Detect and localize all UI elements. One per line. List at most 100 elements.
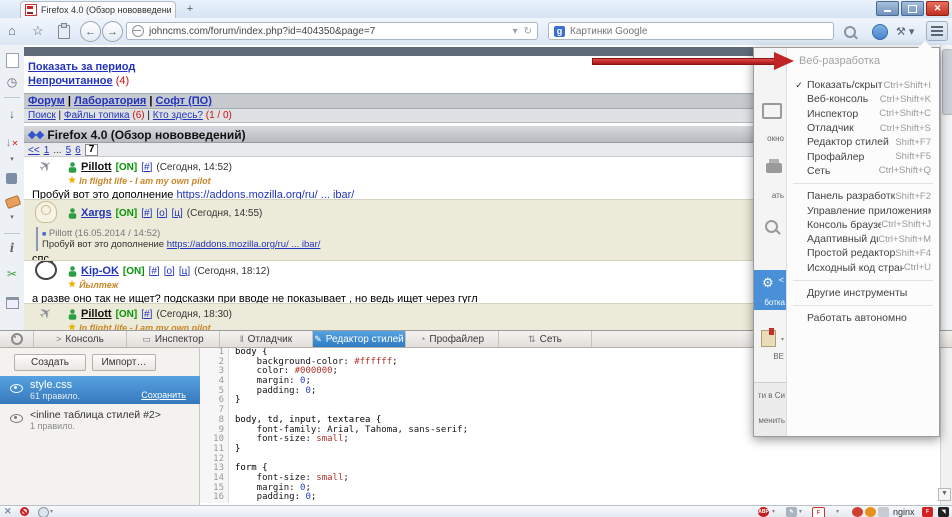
customize-label-fragment[interactable]: менить bbox=[758, 416, 785, 425]
new-tab-button[interactable]: + bbox=[182, 3, 198, 15]
pagination-item[interactable]: 6 bbox=[75, 145, 81, 156]
find-icon[interactable] bbox=[765, 220, 778, 233]
home-icon[interactable]: ⌂ bbox=[8, 24, 16, 38]
download-cancel-icon[interactable]: ↓✕ bbox=[0, 135, 24, 151]
devtools-tab-network[interactable]: ⇅Сеть bbox=[499, 331, 592, 347]
search-input[interactable] bbox=[568, 25, 828, 38]
menu-item-2[interactable]: ИнспекторCtrl+Shift+C bbox=[787, 107, 939, 121]
post-quote-link[interactable]: [ц] bbox=[179, 266, 190, 277]
screenshot-addon-icon[interactable]: ✎ bbox=[786, 507, 797, 517]
show-period-link[interactable]: Показать за период bbox=[28, 61, 135, 73]
timer-addon-icon[interactable] bbox=[865, 507, 876, 517]
download-icon[interactable]: ↓ bbox=[0, 107, 24, 121]
search-topic-link[interactable]: Поиск bbox=[28, 110, 56, 121]
import-stylesheet-button[interactable]: Импорт… bbox=[92, 354, 156, 371]
pagination-current-page[interactable]: 7 bbox=[85, 144, 99, 156]
menu-button[interactable] bbox=[926, 21, 948, 41]
url-dropdown-icon[interactable]: ▾ bbox=[513, 26, 518, 37]
pagination-item[interactable]: 5 bbox=[66, 145, 72, 156]
post-reply-link[interactable]: [о] bbox=[164, 266, 175, 277]
caret-down-icon[interactable]: ▾ bbox=[772, 508, 775, 515]
devtools-settings-button[interactable] bbox=[0, 331, 34, 347]
google-icon[interactable]: g bbox=[554, 26, 565, 37]
visibility-eye-icon[interactable] bbox=[10, 384, 23, 393]
browser-tab[interactable]: Firefox 4.0 (Обзор нововведени... bbox=[20, 1, 176, 18]
search-box[interactable]: g bbox=[548, 22, 834, 40]
unread-link[interactable]: Непрочитанное bbox=[28, 75, 113, 87]
info-icon[interactable]: i bbox=[0, 241, 24, 255]
devtools-tab-style-editor[interactable]: ✎Редактор стилей bbox=[313, 331, 406, 347]
pagination-item[interactable]: 1 bbox=[44, 145, 50, 156]
search-icon[interactable] bbox=[844, 26, 856, 38]
proxy-globe-icon[interactable] bbox=[38, 507, 49, 517]
caret-down-icon[interactable]: ▾ bbox=[799, 508, 802, 515]
menu-item-6[interactable]: СетьCtrl+Shift+Q bbox=[787, 164, 939, 178]
post-anchor-link[interactable]: [#] bbox=[141, 208, 152, 219]
post-link[interactable]: https://addons.mozilla.org/ru/ ... ibar/ bbox=[176, 189, 354, 199]
site-identity-icon[interactable] bbox=[132, 25, 144, 37]
stylesheet-item-selected[interactable]: style.css 61 правило. Сохранить bbox=[0, 376, 200, 404]
menu-item-12[interactable]: Простой редактор JavaScriptShift+F4 bbox=[787, 246, 939, 260]
maximize-button[interactable] bbox=[901, 1, 924, 16]
close-button[interactable]: ✕ bbox=[926, 1, 949, 16]
menu-item-8[interactable]: Панель разработкиShift+F2 bbox=[787, 189, 939, 203]
breadcrumb-lab-link[interactable]: Лаборатория bbox=[74, 95, 146, 107]
post-anchor-link[interactable]: [#] bbox=[141, 309, 152, 320]
caret-down-icon[interactable]: ▾ bbox=[50, 508, 53, 515]
page-scrollbar[interactable] bbox=[940, 45, 952, 330]
scroll-down-arrow-icon[interactable]: ▼ bbox=[938, 488, 951, 501]
forward-button[interactable]: → bbox=[102, 21, 123, 42]
menu-item-1[interactable]: Веб-консольCtrl+Shift+K bbox=[787, 92, 939, 106]
flash-addon-icon[interactable]: F bbox=[922, 507, 933, 517]
bookmark-star-icon[interactable]: ☆ bbox=[32, 24, 44, 38]
menu-item-3[interactable]: ОтладчикCtrl+Shift+S bbox=[787, 121, 939, 135]
statusbar-close-icon[interactable]: ✕ bbox=[4, 506, 12, 517]
menu-item-0[interactable]: ✓Показать/скрыть инстру…Ctrl+Shift+I bbox=[787, 78, 939, 92]
devtools-tab-console[interactable]: >Консоль bbox=[34, 331, 127, 347]
post-author[interactable]: Pillott bbox=[81, 161, 112, 173]
post-anchor-link[interactable]: [#] bbox=[141, 162, 152, 173]
editor-scrollbar[interactable]: ▼ bbox=[940, 348, 952, 505]
url-bar[interactable]: johncms.com/forum/index.php?id=404350&pa… bbox=[126, 22, 538, 40]
menu-item-9[interactable]: Управление приложениями bbox=[787, 203, 939, 217]
menu-item-10[interactable]: Консоль браузераCtrl+Shift+J bbox=[787, 218, 939, 232]
post-author[interactable]: Kip-OK bbox=[81, 265, 119, 277]
caret-down-icon[interactable]: ▾ bbox=[836, 508, 839, 515]
print-icon[interactable] bbox=[766, 163, 782, 173]
post-quote-link[interactable]: [ц] bbox=[172, 208, 183, 219]
menu-item-5[interactable]: ПрофайлерShift+F5 bbox=[787, 149, 939, 163]
minimize-button[interactable] bbox=[876, 1, 899, 16]
new-window-icon[interactable] bbox=[762, 103, 782, 119]
page-icon[interactable] bbox=[6, 53, 19, 68]
clipboard-icon[interactable] bbox=[58, 25, 70, 39]
signin-label-fragment[interactable]: ти в Си bbox=[758, 391, 785, 400]
visibility-eye-icon[interactable] bbox=[10, 414, 23, 423]
menu-item-13[interactable]: Исходный код страницыCtrl+U bbox=[787, 261, 939, 275]
history-clock-icon[interactable]: ◷ bbox=[0, 75, 24, 89]
devtools-tab-profiler[interactable]: ◔Профайлер bbox=[406, 331, 499, 347]
adblock-abp-icon[interactable]: ABP bbox=[758, 507, 769, 517]
menu-item-4[interactable]: Редактор стилейShift+F7 bbox=[787, 135, 939, 149]
menu-item-11[interactable]: Адаптивный дизайнCtrl+Shift+M bbox=[787, 232, 939, 246]
addons-puzzle-icon[interactable] bbox=[6, 173, 17, 184]
menu-item-15[interactable]: Другие инструменты bbox=[787, 286, 939, 300]
messenger-icon[interactable] bbox=[872, 24, 888, 40]
post-author[interactable]: Pillott bbox=[81, 308, 112, 320]
post-anchor-link[interactable]: [#] bbox=[149, 266, 160, 277]
caret-down-icon[interactable]: ▾ bbox=[0, 153, 24, 167]
save-page-icon[interactable] bbox=[761, 330, 776, 347]
back-button[interactable]: ← bbox=[80, 21, 101, 42]
session-manager-icon[interactable] bbox=[852, 507, 863, 517]
blocked-content-icon[interactable] bbox=[20, 507, 29, 516]
eraser-icon[interactable] bbox=[5, 195, 22, 209]
web-developer-panel-item[interactable]: ⚙ < ботка bbox=[754, 270, 787, 310]
devtools-tab-inspector[interactable]: ▭Инспектор bbox=[127, 331, 220, 347]
caret-down-icon[interactable]: ▾ bbox=[0, 211, 24, 225]
scissors-icon[interactable]: ✂ bbox=[0, 267, 24, 281]
post-author[interactable]: Xargs bbox=[81, 207, 112, 219]
topic-files-link[interactable]: Файлы топика bbox=[64, 110, 130, 121]
pagination-item[interactable]: << bbox=[28, 145, 40, 156]
who-is-here-link[interactable]: Кто здесь? bbox=[153, 110, 203, 121]
developer-tools-icon[interactable]: ⚒ ▾ bbox=[896, 25, 914, 38]
stylesheet-item[interactable]: <inline таблица стилей #2> 1 правило. bbox=[0, 406, 200, 432]
